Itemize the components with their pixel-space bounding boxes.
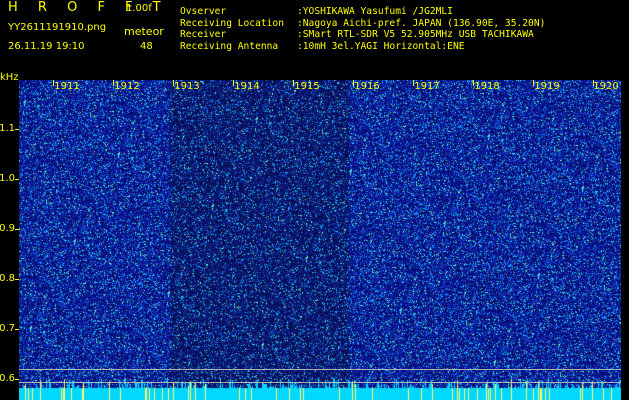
y-tick-mark bbox=[15, 329, 19, 330]
y-tick-mark bbox=[15, 379, 19, 380]
app-version: 1.00f bbox=[126, 3, 152, 14]
waterfall-spectrogram bbox=[19, 80, 621, 400]
location-label: Receiving Location bbox=[180, 17, 284, 29]
x-tick-mark bbox=[173, 80, 174, 86]
y-axis-unit: kHz bbox=[0, 72, 19, 83]
y-tick-label: 1.0 bbox=[0, 173, 15, 184]
x-tick-label: 1916 bbox=[354, 81, 380, 92]
location-value: :Nagoya Aichi-pref. JAPAN (136.90E, 35.2… bbox=[297, 17, 546, 29]
meteor-count: 48 bbox=[140, 41, 153, 52]
x-tick-mark bbox=[53, 80, 54, 86]
timestamp: 26.11.19 19:10 bbox=[8, 41, 85, 52]
frequency-band-line bbox=[19, 382, 621, 383]
x-tick-label: 1917 bbox=[414, 81, 440, 92]
receiver-label: Receiver bbox=[180, 29, 227, 40]
x-tick-label: 1911 bbox=[54, 81, 80, 92]
x-tick-mark bbox=[353, 80, 354, 86]
x-tick-label: 1913 bbox=[174, 81, 200, 92]
x-tick-mark bbox=[473, 80, 474, 86]
x-tick-mark bbox=[293, 80, 294, 86]
x-tick-label: 1914 bbox=[234, 81, 260, 92]
antenna-label: Receiving Antenna bbox=[180, 40, 279, 52]
x-tick-mark bbox=[593, 80, 594, 86]
y-tick-mark bbox=[15, 279, 19, 280]
y-tick-label: 0.7 bbox=[0, 323, 15, 334]
y-tick-label: 0.9 bbox=[0, 223, 15, 234]
y-tick-label: 0.6 bbox=[0, 373, 15, 384]
observer-value: :YOSHIKAWA Yasufumi /JG2MLI bbox=[297, 6, 453, 17]
x-tick-label: 1918 bbox=[474, 81, 500, 92]
y-tick-mark bbox=[15, 229, 19, 230]
y-tick-label: 1.1 bbox=[0, 123, 15, 134]
x-tick-mark bbox=[533, 80, 534, 86]
x-tick-mark bbox=[413, 80, 414, 86]
x-tick-label: 1912 bbox=[114, 81, 140, 92]
x-tick-mark bbox=[113, 80, 114, 86]
x-tick-label: 1915 bbox=[294, 81, 320, 92]
y-tick-mark bbox=[15, 129, 19, 130]
meteor-label: meteor bbox=[124, 25, 164, 38]
observer-label: Ovserver bbox=[180, 6, 227, 17]
antenna-value: :10mH 3el.YAGI Horizontal:ENE bbox=[297, 40, 465, 52]
y-tick-mark bbox=[15, 179, 19, 180]
x-tick-label: 1920 bbox=[593, 81, 619, 92]
x-tick-label: 1919 bbox=[534, 81, 560, 92]
x-tick-mark bbox=[233, 80, 234, 86]
frequency-band-line bbox=[19, 369, 621, 370]
y-tick-label: 0.8 bbox=[0, 273, 15, 284]
image-filename: YY2611191910.png bbox=[8, 22, 107, 33]
receiver-value: :SMart RTL-SDR V5 52.905MHz USB TACHIKAW… bbox=[297, 29, 534, 40]
